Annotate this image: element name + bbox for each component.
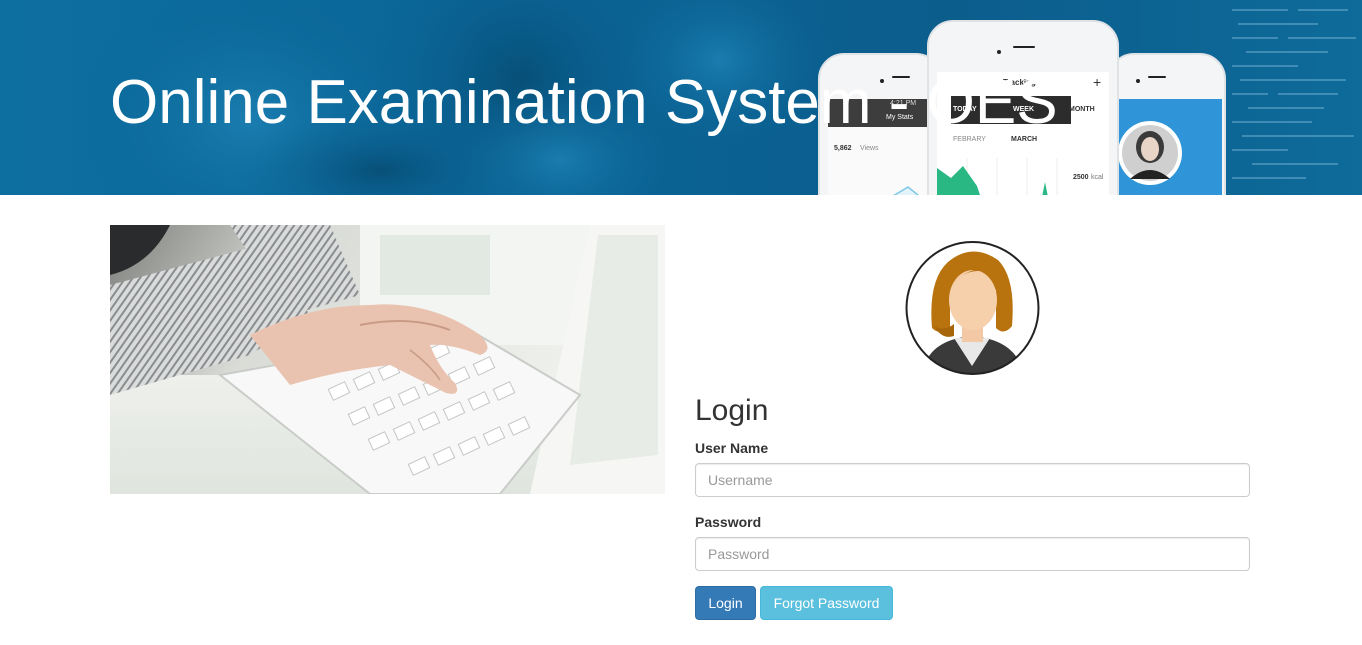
password-input[interactable]	[695, 537, 1250, 571]
phone-kcal-unit: kcal	[1091, 174, 1104, 181]
username-label: User Name	[695, 440, 769, 456]
profile-photo	[1118, 121, 1182, 185]
code-text-decoration	[1232, 9, 1356, 179]
username-input[interactable]	[695, 463, 1250, 497]
login-button[interactable]: Login	[695, 586, 756, 620]
phone-kcal-value: 2500	[1073, 174, 1089, 181]
hero-image-typing-laptop	[110, 225, 665, 494]
phone-mockup-right	[1108, 53, 1226, 195]
password-label: Password	[695, 514, 762, 530]
phone-tab-month: MONTH	[1069, 106, 1095, 113]
phone-stat-value: 5,862	[834, 145, 852, 152]
login-heading: Login	[695, 394, 769, 427]
header-banner: 4:21 PM My Stats 5,862 Views ← Tracking …	[0, 0, 1362, 195]
phone-chart	[893, 186, 920, 195]
site-title: Online Examination System - OES	[110, 68, 1058, 137]
female-user-avatar-icon	[904, 240, 1041, 376]
phone-stat-unit: Views	[860, 145, 879, 152]
forgot-password-button[interactable]: Forgot Password	[760, 586, 893, 620]
phone-add-icon: +	[1093, 74, 1102, 90]
